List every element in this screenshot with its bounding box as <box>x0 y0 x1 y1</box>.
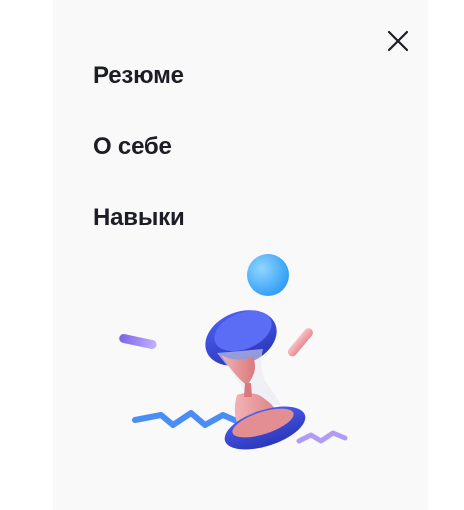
menu-panel: Резюме О себе Навыки <box>53 0 428 510</box>
nav-item-skills[interactable]: Навыки <box>93 200 185 236</box>
nav-item-about[interactable]: О себе <box>93 129 185 165</box>
close-button[interactable] <box>385 28 411 54</box>
nav-menu: Резюме О себе Навыки <box>93 58 185 271</box>
nav-item-resume[interactable]: Резюме <box>93 58 185 94</box>
hourglass-illustration <box>113 245 363 460</box>
close-icon <box>387 30 409 52</box>
